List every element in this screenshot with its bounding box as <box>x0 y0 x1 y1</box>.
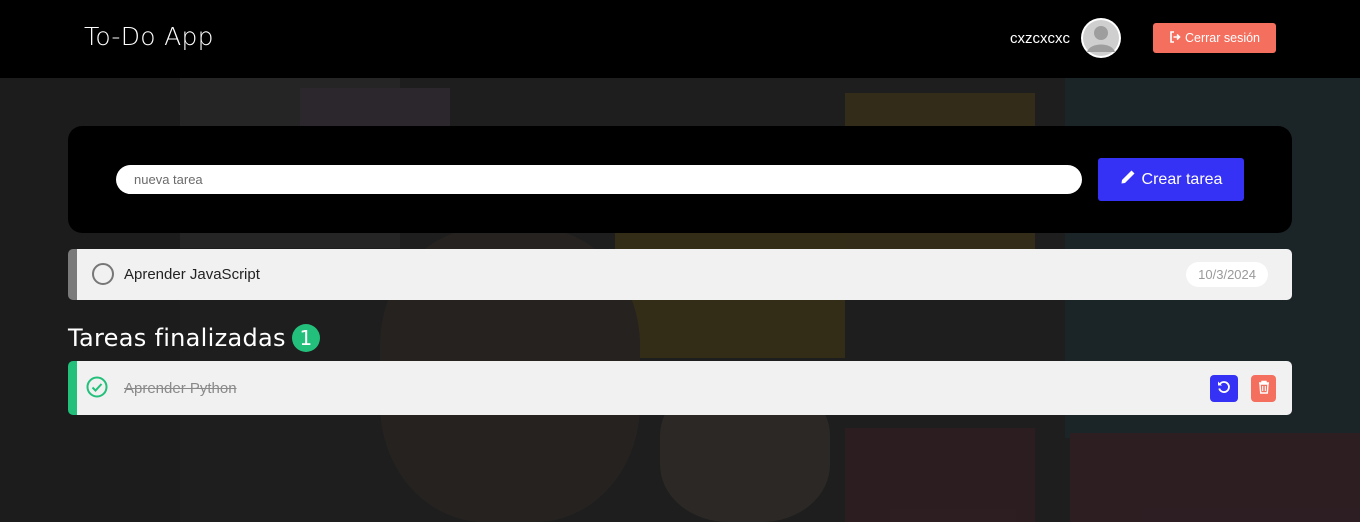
complete-checkbox[interactable] <box>92 263 114 285</box>
logout-button[interactable]: Cerrar sesión <box>1153 23 1276 53</box>
task-date: 10/3/2024 <box>1186 262 1268 287</box>
task-item: Aprender JavaScript 10/3/2024 <box>68 249 1292 300</box>
create-task-form: Crear tarea <box>68 126 1292 233</box>
logout-label: Cerrar sesión <box>1184 31 1261 45</box>
username: cxzcxcxc <box>1010 30 1070 47</box>
app-brand[interactable]: To-Do App <box>84 22 214 51</box>
navbar: To-Do App cxzcxcxc Cerrar sesión <box>0 0 1360 78</box>
pencil-icon <box>1120 169 1136 190</box>
task-text: Aprender Python <box>124 380 237 397</box>
trash-icon <box>1258 380 1270 397</box>
task-text: Aprender JavaScript <box>124 266 260 283</box>
create-task-label: Crear tarea <box>1141 170 1223 188</box>
finished-task-item: Aprender Python <box>68 361 1292 415</box>
section-title: Tareas finalizadas <box>68 324 286 352</box>
create-task-button[interactable]: Crear tarea <box>1098 158 1244 201</box>
delete-task-button[interactable] <box>1251 375 1276 402</box>
undo-icon <box>1217 380 1231 397</box>
finished-count-badge: 1 <box>291 324 320 352</box>
user-avatar-icon <box>1081 18 1121 58</box>
new-task-input[interactable] <box>116 165 1082 194</box>
check-circle-icon[interactable] <box>86 376 108 398</box>
finished-section-header: Tareas finalizadas 1 <box>68 324 320 352</box>
restore-task-button[interactable] <box>1210 375 1238 402</box>
sign-out-icon <box>1169 30 1181 46</box>
